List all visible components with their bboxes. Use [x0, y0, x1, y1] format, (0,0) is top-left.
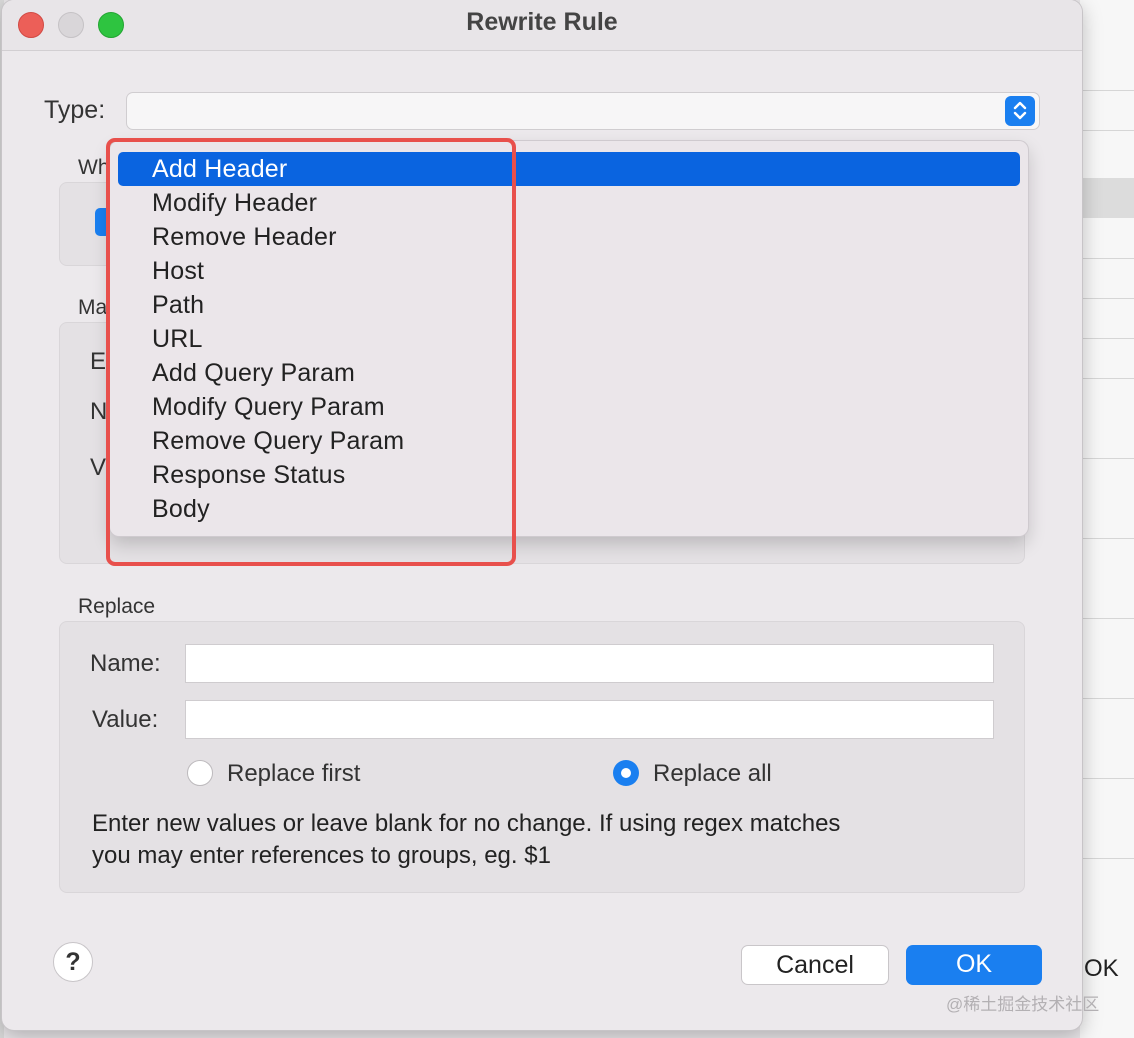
background-row-divider: [1080, 538, 1134, 539]
replace-help-line-1: Enter new values or leave blank for no c…: [92, 810, 841, 837]
replace-all-radio[interactable]: [613, 760, 639, 786]
replace-help-line-2: you may enter references to groups, eg. …: [92, 842, 551, 869]
background-row-divider: [1080, 378, 1134, 379]
type-label: Type:: [44, 96, 106, 124]
replace-first-radio[interactable]: [187, 760, 213, 786]
replace-first-label[interactable]: Replace first: [227, 760, 360, 788]
match-row-1-label: E: [90, 348, 107, 375]
match-row-2-label: N: [90, 398, 108, 425]
background-row-divider: [1080, 698, 1134, 699]
background-row-divider: [1080, 258, 1134, 259]
name-label: Name:: [90, 650, 161, 677]
annotation-highlight-box: [106, 138, 516, 566]
background-ok-button[interactable]: OK: [1084, 955, 1119, 983]
background-row-divider: [1080, 338, 1134, 339]
match-group-title: Ma: [78, 296, 108, 319]
cancel-button[interactable]: Cancel: [741, 945, 889, 985]
match-row-3-label: V: [90, 454, 107, 481]
background-row-divider: [1080, 130, 1134, 131]
help-button[interactable]: ?: [53, 942, 93, 982]
title-bar: Rewrite Rule: [2, 0, 1082, 51]
watermark: @稀土掘金技术社区: [946, 995, 1100, 1014]
type-select[interactable]: [126, 92, 1040, 130]
value-label: Value:: [92, 706, 159, 733]
background-row-divider: [1080, 90, 1134, 91]
rewrite-rule-dialog: Rewrite Rule Type: Wh Ma E N V Replace N…: [2, 0, 1082, 1030]
background-row-divider: [1080, 298, 1134, 299]
background-selected-row: [1080, 178, 1134, 218]
background-row-divider: [1080, 458, 1134, 459]
name-field[interactable]: [185, 644, 994, 683]
background-window: [1080, 0, 1134, 1038]
where-group-title: Wh: [78, 156, 110, 179]
chevron-up-down-icon[interactable]: [1005, 96, 1035, 126]
window-title: Rewrite Rule: [466, 8, 618, 36]
value-field[interactable]: [185, 700, 994, 739]
replace-group-title: Replace: [78, 595, 156, 618]
background-row-divider: [1080, 778, 1134, 779]
replace-help-text: Enter new values or leave blank for no c…: [92, 808, 992, 872]
chevron-up-down-icon-glyph: [1013, 101, 1027, 120]
replace-all-label[interactable]: Replace all: [653, 760, 772, 788]
ok-button[interactable]: OK: [906, 945, 1042, 985]
background-row-divider: [1080, 858, 1134, 859]
background-row-divider: [1080, 618, 1134, 619]
